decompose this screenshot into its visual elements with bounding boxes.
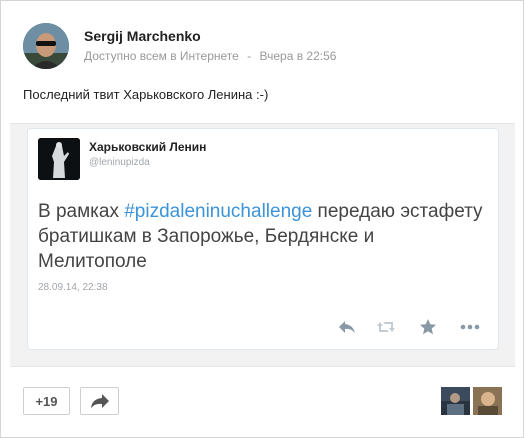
meta-separator: - [247,49,252,63]
more-icon[interactable] [459,317,481,337]
tweet-text-before: В рамках [38,201,125,222]
share-button[interactable] [80,387,119,415]
post-card: Sergij Marchenko Доступно всем в Интерне… [0,0,524,438]
tweet-embed-container: Харьковский Ленин @leninupizda В рамках … [10,123,515,367]
visibility-label: Доступно всем в Интернете [84,49,239,63]
post-meta: Доступно всем в Интернете - Вчера в 22:5… [84,49,336,63]
plus-one-button[interactable]: +19 [23,387,70,415]
lenin-statue-icon [38,138,80,180]
share-arrow-icon [91,394,109,408]
tweet-author-handle[interactable]: @leninupizda [89,157,150,168]
avatar-photo [23,23,69,69]
retweet-icon[interactable] [375,317,397,337]
plus-one-count: +19 [35,394,58,409]
post-time[interactable]: Вчера в 22:56 [260,49,337,63]
plus-one-user-thumb-2[interactable] [473,387,502,415]
author-name[interactable]: Sergij Marchenko [84,28,201,44]
tweet-actions [28,317,498,337]
plus-one-user-thumb-1[interactable] [441,387,470,415]
user-photo-1 [441,387,470,415]
hashtag-link[interactable]: #pizdaleninuchallenge [124,201,312,222]
user-photo-2 [473,387,502,415]
reply-icon[interactable] [336,317,358,337]
tweet-avatar[interactable] [38,138,80,180]
author-avatar[interactable] [23,23,69,69]
embedded-tweet[interactable]: Харьковский Ленин @leninupizda В рамках … [27,128,499,350]
favorite-icon[interactable] [417,317,439,337]
tweet-text: В рамках #pizdaleninuchallenge передаю э… [38,199,488,274]
tweet-date[interactable]: 28.09.14, 22:38 [38,282,108,293]
post-text: Последний твит Харьковского Ленина :-) [23,87,269,102]
tweet-author-name[interactable]: Харьковский Ленин [89,140,206,154]
